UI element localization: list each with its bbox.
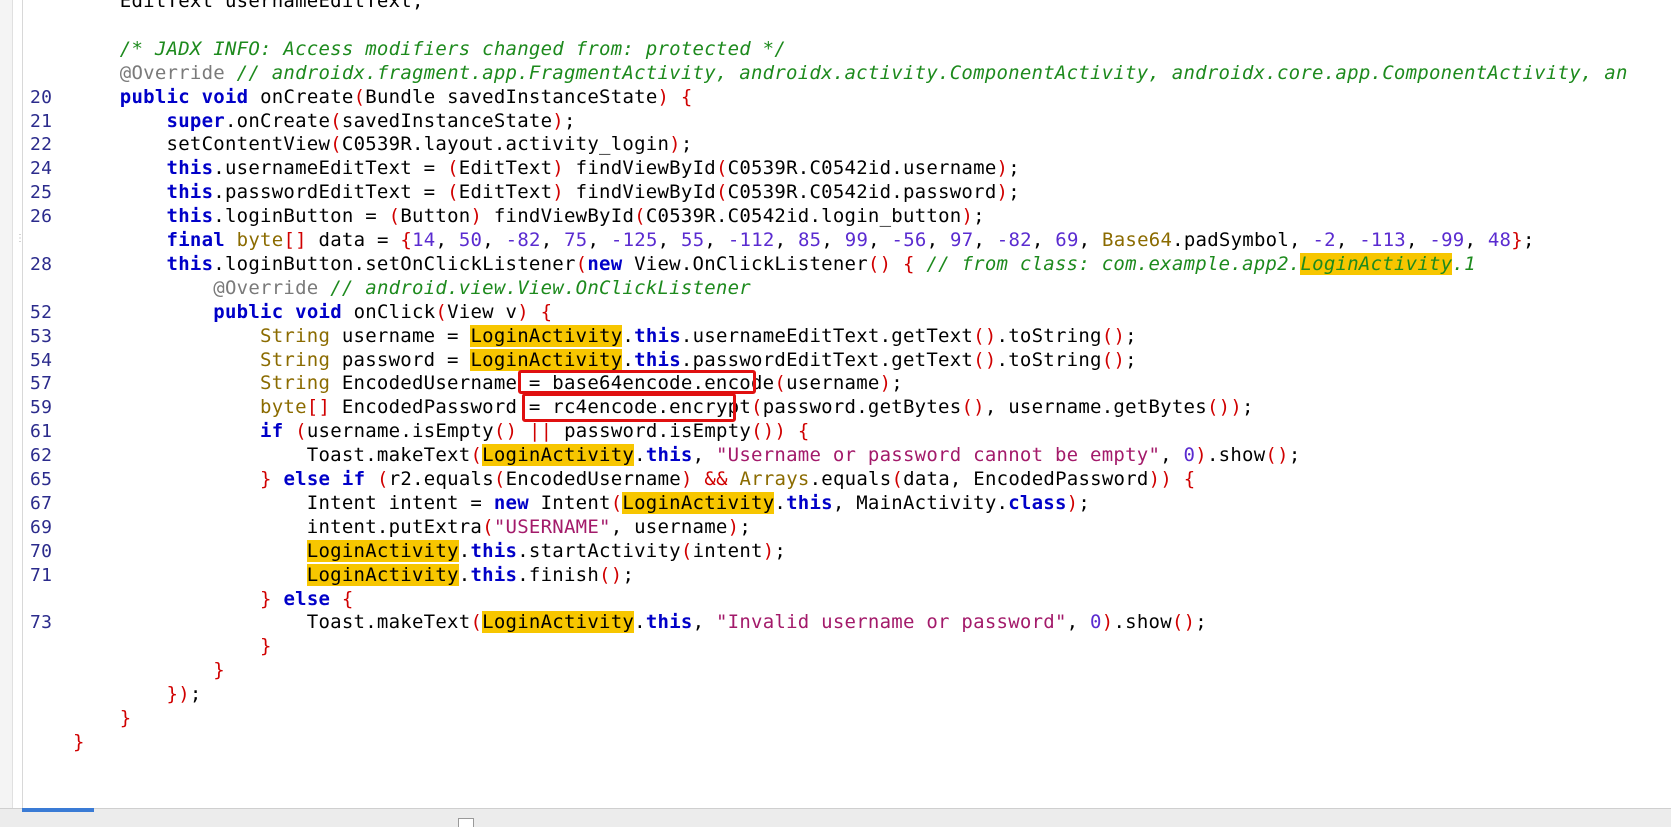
code-text: LoginActivity.this.finish();	[306, 563, 635, 586]
code-line[interactable]: 57 String EncodedUsername = base64encode…	[0, 371, 1671, 397]
code-text: public void onCreate(Bundle savedInstanc…	[119, 85, 693, 108]
code-line[interactable]: 24 this.usernameEditText = (EditText) fi…	[0, 156, 1671, 182]
code-line[interactable]: });	[0, 682, 1671, 708]
code-line[interactable]: 59 byte[] EncodedPassword = rc4encode.en…	[0, 395, 1671, 421]
line-number: 69	[30, 516, 53, 538]
code-text: }	[260, 635, 272, 658]
code-text: }	[73, 730, 85, 753]
code-line[interactable]: } else {	[0, 587, 1671, 613]
code-line[interactable]: 53 String username = LoginActivity.this.…	[0, 324, 1671, 350]
line-number: 71	[30, 564, 53, 586]
code-editor[interactable]: EditText usernameEditText; /* JADX INFO:…	[0, 0, 1671, 808]
code-text: }	[119, 707, 132, 729]
code-line[interactable]: /* JADX INFO: Access modifiers changed f…	[0, 37, 1671, 63]
code-line[interactable]: 21 super.onCreate(savedInstanceState);	[0, 109, 1671, 135]
code-text: super.onCreate(savedInstanceState);	[166, 109, 576, 132]
code-text: this.loginButton = (Button) findViewById…	[166, 205, 985, 228]
annotation-box-rc4encode	[522, 393, 736, 422]
code-text: }	[213, 659, 225, 682]
code-text: this.passwordEditText = (EditText) findV…	[166, 181, 1020, 204]
code-text: public void onClick(View v) {	[213, 300, 553, 323]
code-line[interactable]: 61 if (username.isEmpty() || password.is…	[0, 419, 1671, 445]
code-line[interactable]: 65 } else if (r2.equals(EncodedUsername)…	[0, 467, 1671, 493]
line-number: 21	[30, 110, 53, 132]
code-line[interactable]: 62 Toast.makeText(LoginActivity.this, "U…	[0, 443, 1671, 469]
code-text: this.loginButton.setOnClickListener(new …	[166, 252, 1476, 275]
code-line[interactable]: 69 intent.putExtra("USERNAME", username)…	[0, 515, 1671, 541]
code-text: } else if (r2.equals(EncodedUsername) &&…	[260, 468, 1196, 490]
code-text: String username = LoginActivity.this.use…	[260, 324, 1137, 347]
code-line[interactable]: 28 this.loginButton.setOnClickListener(n…	[0, 252, 1671, 278]
code-text: intent.putExtra("USERNAME", username);	[73, 515, 752, 538]
code-line[interactable]: 20 public void onCreate(Bundle savedInst…	[0, 85, 1671, 111]
line-number: 62	[30, 445, 53, 467]
code-line[interactable]: 67 Intent intent = new Intent(LoginActiv…	[0, 491, 1671, 517]
horizontal-scrollbar[interactable]	[0, 808, 1671, 827]
scrollbar-thumb[interactable]	[22, 808, 94, 812]
line-number: 53	[30, 325, 53, 347]
line-number: 67	[30, 492, 53, 514]
code-line[interactable]: 22 setContentView(C0539R.layout.activity…	[0, 132, 1671, 158]
code-line[interactable]: 52 public void onClick(View v) {	[0, 300, 1671, 326]
code-text: Intent intent = new Intent(LoginActivity…	[73, 491, 1091, 514]
code-text: String EncodedUsername = base64encode.en…	[260, 372, 903, 395]
line-number: 28	[30, 253, 53, 275]
line-number: 20	[30, 86, 53, 108]
code-text: Toast.makeText(LoginActivity.this, "Inva…	[73, 611, 1207, 634]
code-text: this.usernameEditText = (EditText) findV…	[166, 157, 1020, 180]
line-number: 70	[30, 540, 53, 562]
line-number: 25	[30, 182, 53, 204]
line-number: 57	[30, 373, 53, 395]
code-line[interactable]: 54 String password = LoginActivity.this.…	[0, 348, 1671, 374]
code-text: /* JADX INFO: Access modifiers changed f…	[119, 37, 787, 60]
code-line[interactable]: 70 LoginActivity.this.startActivity(inte…	[0, 539, 1671, 565]
code-line[interactable]: 26 this.loginButton = (Button) findViewB…	[0, 204, 1671, 230]
line-number: 59	[30, 397, 53, 419]
code-line[interactable]: 25 this.passwordEditText = (EditText) fi…	[0, 180, 1671, 206]
code-text: @Override // androidx.fragment.app.Fragm…	[119, 61, 1628, 84]
code-line[interactable]: }	[0, 658, 1671, 684]
line-number: 54	[30, 349, 53, 371]
code-text: final byte[] data = {14, 50, -82, 75, -1…	[166, 229, 1535, 251]
code-line[interactable]: }	[0, 634, 1671, 660]
code-text: Toast.makeText(LoginActivity.this, "User…	[73, 444, 1301, 467]
code-text: if (username.isEmpty() || password.isEmp…	[260, 420, 810, 443]
code-text: } else {	[260, 587, 354, 610]
code-line[interactable]: final byte[] data = {14, 50, -82, 75, -1…	[0, 228, 1671, 254]
code-line[interactable]: 71 LoginActivity.this.finish();	[0, 563, 1671, 589]
code-line[interactable]: 73 Toast.makeText(LoginActivity.this, "I…	[0, 610, 1671, 636]
code-line[interactable]: }	[0, 730, 1671, 756]
code-text: @Override // android.view.View.OnClickLi…	[213, 276, 751, 299]
code-line[interactable]: @Override // androidx.fragment.app.Fragm…	[0, 61, 1671, 87]
code-text: setContentView(C0539R.layout.activity_lo…	[73, 133, 693, 156]
line-number: 22	[30, 134, 53, 156]
line-number: 61	[30, 421, 53, 443]
code-text: LoginActivity.this.startActivity(intent)…	[306, 539, 787, 562]
line-number: 73	[30, 612, 53, 634]
line-number: 65	[30, 469, 53, 490]
code-text: });	[166, 683, 202, 706]
code-line[interactable]: }	[0, 706, 1671, 732]
code-line[interactable]: @Override // android.view.View.OnClickLi…	[0, 276, 1671, 302]
annotation-box-base64encode	[518, 370, 756, 394]
code-line[interactable]	[0, 13, 1671, 39]
line-number: 24	[30, 158, 53, 180]
line-number: 26	[30, 206, 53, 228]
line-number: 52	[30, 301, 53, 323]
